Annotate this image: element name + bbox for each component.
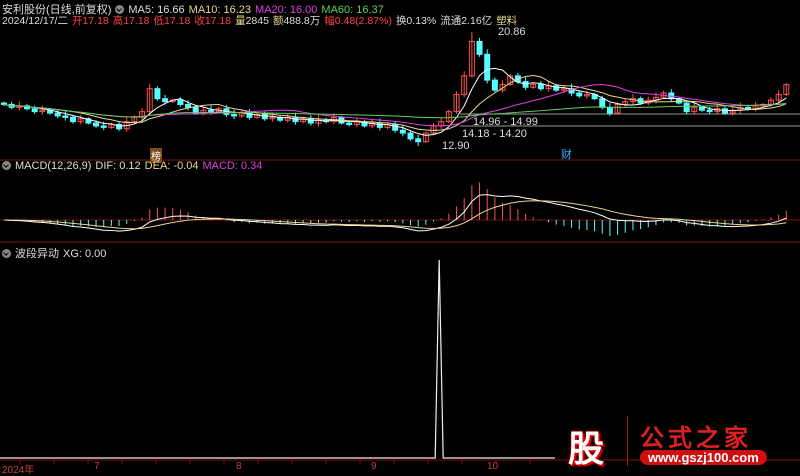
dropdown-icon[interactable]: [2, 249, 11, 258]
candle-down: [154, 88, 161, 100]
candle-down: [62, 115, 69, 118]
candle-down: [706, 109, 713, 113]
candle-down: [476, 40, 483, 55]
dropdown-icon[interactable]: [2, 161, 11, 170]
candle-down: [698, 106, 705, 111]
watermark-logo-icon: 股: [567, 428, 604, 469]
xg-line: [0, 259, 555, 459]
candle-down: [376, 122, 383, 128]
low-annotation: 12.90: [442, 140, 470, 152]
xg-value: XG: 0.00: [63, 248, 107, 260]
xg-title: 波段异动: [15, 248, 59, 260]
watermark-divider: [627, 416, 628, 466]
range-annotation-2: 14.18 - 14.20: [462, 128, 527, 140]
candle-down: [185, 103, 192, 108]
candle-down: [307, 118, 314, 124]
dif-value: DIF: 0.12: [95, 160, 141, 172]
watermark-url: www.gszj100.com: [640, 450, 767, 465]
axis-month: 9: [371, 461, 377, 472]
candle-down: [93, 122, 100, 127]
chart-canvas[interactable]: [0, 0, 800, 474]
candle-down: [491, 79, 498, 91]
candle-down: [31, 108, 38, 113]
axis-month: 10: [487, 461, 499, 472]
candle-down: [606, 106, 613, 114]
candle-down: [162, 98, 169, 103]
candle-down: [177, 99, 184, 105]
candle-down: [484, 53, 491, 81]
xg-header: 波段异动 XG: 0.00: [2, 245, 110, 261]
candle-down: [1, 102, 7, 105]
event-marker-2[interactable]: 财: [561, 146, 572, 162]
candle-down: [208, 109, 215, 113]
macd-header: MACD(12,26,9) DIF: 0.12 DEA: -0.04 MACD: 0.…: [2, 160, 266, 172]
range-annotation-1: 14.96 - 14.99: [473, 116, 538, 128]
candle-down: [522, 81, 529, 88]
candle-down: [54, 112, 61, 117]
ma20-line: [3, 84, 787, 127]
macd-value: MACD: 0.34: [202, 160, 263, 172]
dea-line: [3, 200, 787, 230]
axis-month: 7: [94, 461, 100, 472]
ma60-line: [3, 102, 787, 119]
candle-down: [346, 122, 353, 126]
candle-down: [599, 98, 606, 108]
candle-down: [399, 129, 406, 134]
candle-down: [407, 132, 414, 140]
candle-down: [231, 113, 238, 117]
candle-down: [70, 116, 77, 123]
candle-down: [100, 125, 107, 128]
candle-down: [261, 113, 268, 120]
candle-down: [721, 108, 728, 114]
high-annotation: 20.86: [498, 26, 526, 38]
dea-value: DEA: -0.04: [144, 160, 199, 172]
candle-down: [537, 83, 544, 90]
macd-title: MACD(12,26,9): [15, 160, 92, 172]
watermark-title: 公式之家: [640, 423, 752, 452]
axis-month: 8: [236, 461, 242, 472]
candle-down: [683, 102, 690, 113]
candle-down: [576, 92, 583, 97]
candle-down: [415, 138, 422, 143]
